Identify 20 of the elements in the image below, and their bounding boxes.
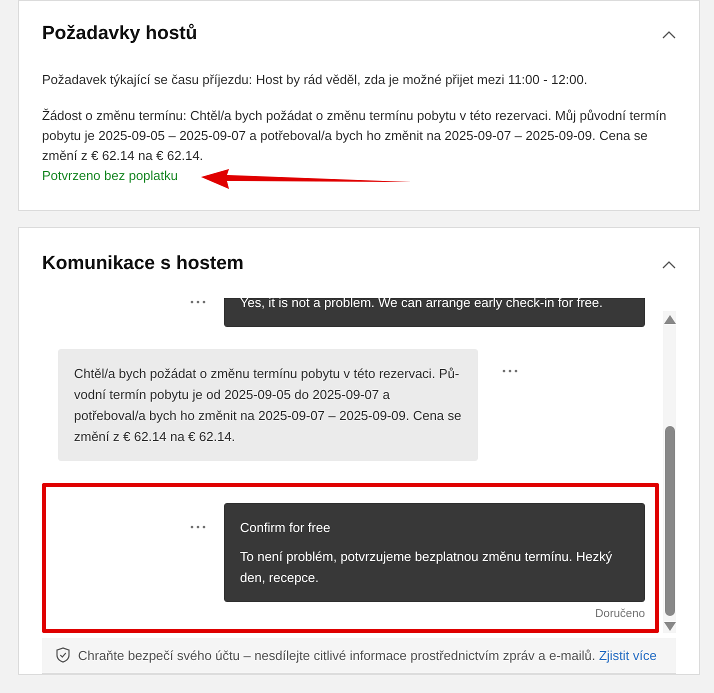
more-options-icon[interactable]: [190, 300, 206, 304]
collapse-icon[interactable]: [662, 30, 676, 39]
shield-icon: [56, 647, 70, 664]
message-title: Confirm for free: [240, 518, 332, 537]
more-options-icon[interactable]: [502, 368, 518, 373]
section-title: Požadavky hostů: [42, 23, 198, 46]
message-text: To není problém, potvrzujeme bezplatnou změnu termínu. Hezký den, recepce.: [240, 548, 614, 587]
section-title: Komunikace s hostem: [42, 252, 244, 276]
delivery-status: Doručeno: [595, 606, 645, 622]
scroll-up-icon[interactable]: [664, 314, 676, 324]
scrollbar-thumb[interactable]: [664, 426, 674, 616]
more-options-icon[interactable]: [190, 524, 206, 529]
scroll-down-icon[interactable]: [664, 622, 676, 631]
request-text: Požadavek týkající se času příjezdu: Host by rád věděl, zda je možné přijet mezi 11:00 - 12:00.: [42, 70, 588, 89]
message-text: Chtěl/a bych požádat o změnu termínu pobytu v této rezervaci. Pů-vodní termín pobytu je od 2025-09-05 do 2025-09-07 a potřeboval/a bych ho změnit na 2025-09-07 – 2025-09-09. Cena se změní z € 62.14 na € 62.14.: [74, 364, 462, 446]
status-text: Potvrzeno bez poplatku: [42, 166, 178, 185]
learn-more-link[interactable]: Zjistit více: [598, 648, 657, 663]
request-text: Žádost o změnu termínu: Chtěl/a bych požádat o změnu termínu pobytu v této rezervaci. Můj původní termín pobytu je 2025-09-05 – 2025-09-07 a potřeboval/a bych ho změnit na 2025-09-07 – 2025-09-09. Cena se změní z € 62.14 na € 62.14.: [42, 106, 668, 165]
notice-text: Chraňte bezpečí svého účtu – nesdílejte citlivé informace prostřednictvím zpráv a e-mailů. Zjistit více: [78, 646, 657, 665]
collapse-icon[interactable]: [662, 260, 676, 269]
